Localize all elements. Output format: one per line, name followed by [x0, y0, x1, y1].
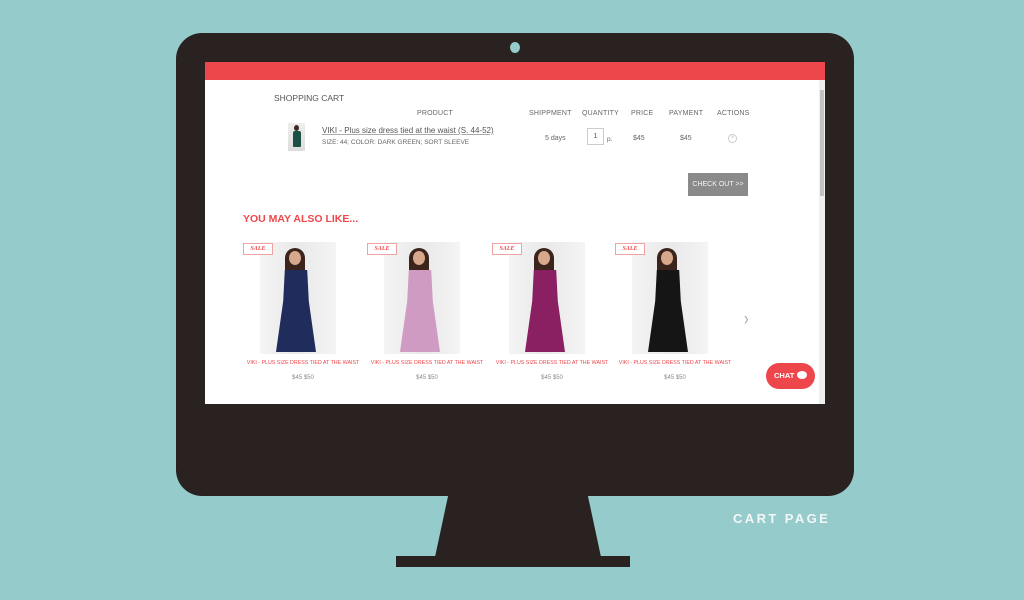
quantity-input[interactable]: 1	[587, 128, 604, 145]
product-name-link[interactable]: VIKI - PLUS SIZE DRESS TIED AT THE WAIST	[367, 360, 487, 366]
column-header-actions: ACTIONS	[717, 110, 750, 117]
column-header-shipment: SHIPPMENT	[529, 110, 572, 117]
cart-item-name-link[interactable]: VIKI - Plus size dress tied at the waist…	[322, 126, 494, 135]
product-name-link[interactable]: VIKI - PLUS SIZE DRESS TIED AT THE WAIST	[492, 360, 612, 366]
product-price: $45 $50	[541, 375, 563, 381]
chat-button[interactable]: CHAT	[766, 363, 815, 389]
product-price: $45 $50	[664, 375, 686, 381]
cart-item-price: $45	[633, 135, 645, 142]
remove-item-icon[interactable]: ×	[728, 134, 737, 143]
product-image[interactable]	[632, 242, 708, 354]
product-price: $45 $50	[416, 375, 438, 381]
monitor-stand-base	[396, 556, 630, 567]
column-header-price: PRICE	[631, 110, 654, 117]
product-name-link[interactable]: VIKI - PLUS SIZE DRESS TIED AT THE WAIST	[615, 360, 735, 366]
product-image[interactable]	[509, 242, 585, 354]
carousel-next-icon[interactable]: ›	[744, 307, 749, 329]
dress-shape	[525, 270, 565, 352]
quantity-unit: p.	[607, 136, 613, 143]
cart-item-payment: $45	[680, 135, 692, 142]
product-name-link[interactable]: VIKI - PLUS SIZE DRESS TIED AT THE WAIST	[243, 360, 363, 366]
dress-shape	[400, 270, 440, 352]
chat-bubble-icon	[797, 371, 807, 379]
cart-title: SHOPPING CART	[274, 93, 345, 103]
scrollbar-thumb[interactable]	[820, 90, 824, 196]
sale-badge: SALE	[492, 243, 522, 255]
column-header-quantity: QUANTITY	[582, 110, 619, 117]
sale-badge: SALE	[615, 243, 645, 255]
product-image[interactable]	[384, 242, 460, 354]
checkout-button[interactable]: CHECK OUT >>	[688, 173, 748, 196]
scrollbar[interactable]	[819, 80, 825, 404]
column-header-product: PRODUCT	[417, 110, 454, 117]
recommendations-title: YOU MAY ALSO LIKE...	[243, 213, 359, 225]
caption: CART PAGE	[733, 511, 831, 526]
camera-icon	[510, 42, 520, 53]
browser-screen: SHOPPING CART PRODUCT SHIPPMENT QUANTITY…	[205, 62, 825, 404]
product-image[interactable]	[260, 242, 336, 354]
dress-shape	[648, 270, 688, 352]
sale-badge: SALE	[367, 243, 397, 255]
sale-badge: SALE	[243, 243, 273, 255]
monitor-stand-neck	[435, 495, 601, 557]
dress-shape	[276, 270, 316, 352]
product-price: $45 $50	[292, 375, 314, 381]
site-header-bar	[205, 62, 825, 80]
cart-item-options: SIZE: 44; COLOR: DARK GREEN; SORT SLEEVE	[322, 139, 470, 146]
cart-item-thumbnail[interactable]	[288, 123, 305, 151]
chat-label: CHAT	[774, 371, 795, 380]
column-header-payment: PAYMENT	[669, 110, 704, 117]
cart-item-shipment: 5 days	[545, 135, 566, 142]
